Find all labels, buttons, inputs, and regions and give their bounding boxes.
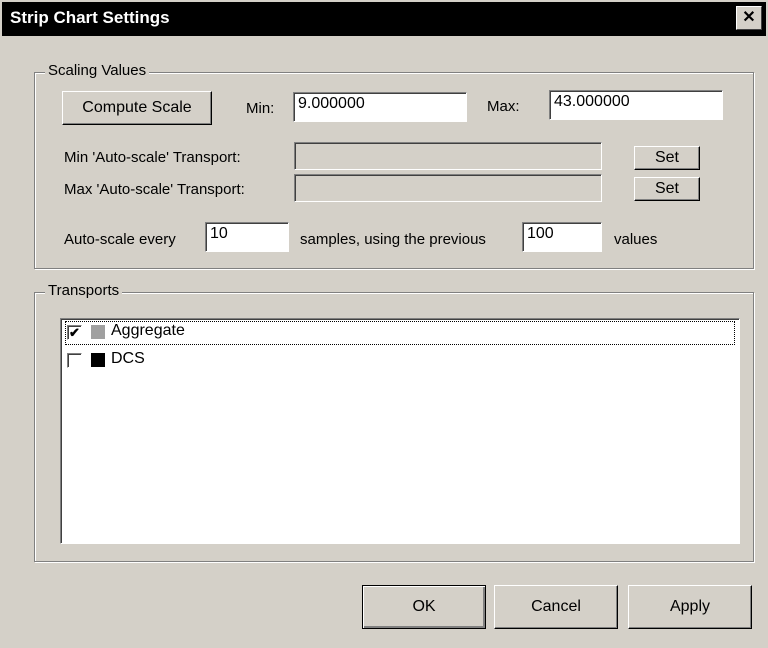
aggregate-label: Aggregate <box>111 322 185 339</box>
max-autoscale-transport-field <box>294 174 602 202</box>
transports-list[interactable]: ✔ Aggregate DCS <box>60 318 740 544</box>
max-autoscale-transport-label: Max 'Auto-scale' Transport: <box>64 181 245 198</box>
max-value-input[interactable]: 43.000000 <box>549 90 723 120</box>
autoscale-every-label: Auto-scale every <box>64 231 176 248</box>
compute-scale-label: Compute Scale <box>82 99 192 116</box>
autoscale-previous-input[interactable]: 100 <box>522 222 602 252</box>
strip-chart-settings-dialog: Strip Chart Settings ✕ Scaling Values Co… <box>0 0 768 648</box>
ok-label: OK <box>412 598 436 615</box>
dcs-label: DCS <box>111 350 145 367</box>
close-icon: ✕ <box>742 9 756 26</box>
autoscale-middle-label: samples, using the previous <box>300 231 486 248</box>
autoscale-every-input[interactable]: 10 <box>205 222 289 252</box>
list-item-aggregate[interactable]: ✔ Aggregate <box>65 321 735 345</box>
dcs-color-swatch <box>91 353 105 367</box>
min-autoscale-transport-label: Min 'Auto-scale' Transport: <box>64 149 241 166</box>
set-max-label: Set <box>654 180 679 197</box>
aggregate-checkbox[interactable]: ✔ <box>67 325 82 340</box>
set-min-transport-button[interactable]: Set <box>634 146 700 170</box>
min-autoscale-transport-field <box>294 142 602 170</box>
list-item-dcs[interactable]: DCS <box>65 349 735 373</box>
window-title: Strip Chart Settings <box>10 8 170 27</box>
cancel-button[interactable]: Cancel <box>494 585 618 629</box>
compute-scale-button[interactable]: Compute Scale <box>62 91 212 125</box>
max-label: Max: <box>487 98 520 115</box>
scaling-values-legend: Scaling Values <box>45 62 150 79</box>
aggregate-color-swatch <box>91 325 105 339</box>
autoscale-values-label: values <box>614 231 658 248</box>
min-value-input[interactable]: 9.000000 <box>293 92 467 122</box>
title-bar[interactable]: Strip Chart Settings ✕ <box>2 2 766 36</box>
set-min-label: Set <box>654 149 679 166</box>
dcs-checkbox[interactable] <box>67 353 82 368</box>
apply-label: Apply <box>669 598 711 615</box>
apply-button[interactable]: Apply <box>628 585 752 629</box>
cancel-label: Cancel <box>531 598 581 615</box>
ok-button[interactable]: OK <box>362 585 486 629</box>
close-button[interactable]: ✕ <box>736 6 762 30</box>
transports-legend: Transports <box>45 282 123 299</box>
min-label: Min: <box>246 100 275 117</box>
set-max-transport-button[interactable]: Set <box>634 177 700 201</box>
